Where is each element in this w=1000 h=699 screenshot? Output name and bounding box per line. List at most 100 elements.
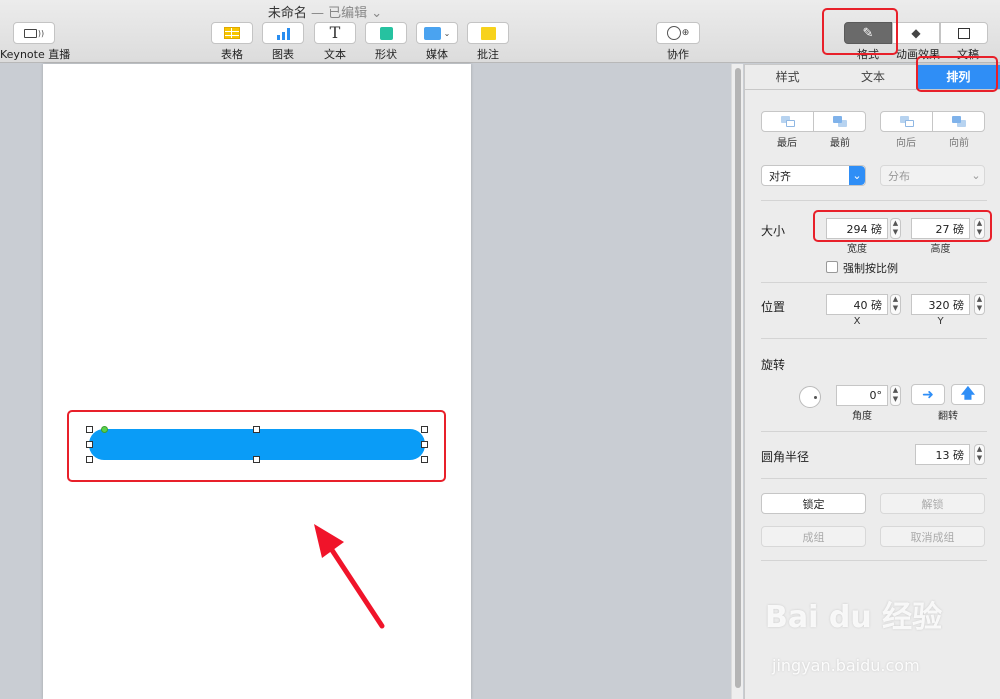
broadcast-waves-icon: )) bbox=[37, 28, 45, 38]
divider bbox=[761, 200, 987, 201]
chart-button[interactable] bbox=[262, 22, 304, 44]
annotation-box-format bbox=[822, 8, 898, 55]
annotation-box-size bbox=[813, 210, 992, 242]
flip-label: 翻转 bbox=[938, 411, 958, 422]
constrain-proportions-label: 强制按比例 bbox=[843, 262, 898, 275]
table-button[interactable] bbox=[211, 22, 253, 44]
chart-icon bbox=[276, 27, 290, 40]
send-backward-label: 向后 bbox=[896, 138, 916, 149]
rotate-dial-dot bbox=[814, 396, 817, 399]
text-label: 文本 bbox=[324, 48, 346, 61]
position-label: 位置 bbox=[761, 300, 786, 314]
divider bbox=[761, 478, 987, 479]
y-stepper[interactable]: ▲ ▼ bbox=[974, 294, 985, 315]
shape-label: 形状 bbox=[375, 48, 397, 61]
width-label: 宽度 bbox=[847, 244, 867, 255]
media-icon bbox=[423, 26, 441, 40]
bring-forward-label: 向前 bbox=[949, 138, 969, 149]
document-title: 未命名 — 已编辑 ⌄ bbox=[0, 2, 650, 21]
collaborate-icon bbox=[666, 26, 681, 40]
baidu-watermark-url: jingyan.baidu.com bbox=[772, 656, 920, 675]
bring-to-front-label: 最前 bbox=[830, 138, 850, 149]
divider bbox=[761, 338, 987, 339]
edited-status: — 已编辑 ⌄ bbox=[310, 6, 383, 21]
chart-label: 图表 bbox=[272, 48, 294, 61]
rotate-label: 旋转 bbox=[761, 358, 786, 372]
group-button[interactable]: 成组 bbox=[761, 526, 866, 547]
divider bbox=[761, 282, 987, 283]
keynote-live-button[interactable]: )) bbox=[13, 22, 55, 44]
y-label: Y bbox=[937, 316, 944, 327]
annotation-box-shape bbox=[67, 410, 446, 482]
x-stepper[interactable]: ▲ ▼ bbox=[890, 294, 901, 315]
send-to-back-button[interactable] bbox=[762, 112, 813, 131]
media-label: 媒体 bbox=[426, 48, 448, 61]
distribute-select[interactable]: 分布 ⌄ bbox=[880, 165, 985, 186]
back-front-group bbox=[761, 111, 866, 132]
angle-label: 角度 bbox=[852, 411, 872, 422]
collaborate-button[interactable]: ⊕ bbox=[656, 22, 700, 44]
angle-field[interactable]: 0° bbox=[836, 385, 888, 406]
plus-icon: ⊕ bbox=[681, 28, 690, 38]
canvas-scrollbar[interactable] bbox=[731, 64, 743, 699]
table-label: 表格 bbox=[221, 48, 243, 61]
document-name: 未命名 bbox=[267, 6, 307, 21]
scrollbar-thumb[interactable] bbox=[735, 68, 741, 688]
bring-forward-icon bbox=[951, 116, 966, 127]
chevron-down-icon: ⌄ bbox=[443, 28, 451, 38]
rotate-dial[interactable] bbox=[799, 386, 821, 408]
divider bbox=[761, 431, 987, 432]
send-to-back-label: 最后 bbox=[777, 138, 797, 149]
shape-icon bbox=[379, 26, 393, 40]
tab-text[interactable]: 文本 bbox=[830, 64, 915, 89]
annotation-box-arrange-tab bbox=[916, 56, 998, 92]
text-icon: T bbox=[329, 23, 341, 42]
chevron-down-icon: ⌄ bbox=[971, 169, 981, 182]
align-select[interactable]: 对齐 ⌄ bbox=[761, 165, 866, 186]
unlock-button[interactable]: 解锁 bbox=[880, 493, 985, 514]
annotation-arrow-icon bbox=[314, 524, 385, 629]
divider bbox=[761, 560, 987, 561]
chevron-down-icon: ⌄ bbox=[849, 166, 865, 185]
comment-icon bbox=[480, 26, 496, 40]
flip-horizontal-button[interactable]: ➜ bbox=[911, 384, 945, 405]
slide-canvas[interactable] bbox=[43, 64, 471, 699]
distribute-select-value: 分布 bbox=[888, 169, 910, 183]
baidu-watermark-logo: Bai du 经验 bbox=[765, 600, 943, 635]
constrain-proportions-checkbox[interactable] bbox=[826, 261, 838, 273]
angle-stepper[interactable]: ▲ ▼ bbox=[890, 385, 901, 406]
shape-button[interactable] bbox=[365, 22, 407, 44]
table-icon bbox=[224, 27, 240, 39]
animate-diamond-icon: ◆ bbox=[911, 26, 921, 40]
corner-radius-stepper[interactable]: ▲ ▼ bbox=[974, 444, 985, 465]
y-field[interactable]: 320 磅 bbox=[911, 294, 970, 315]
document-button[interactable] bbox=[940, 22, 988, 44]
lock-button[interactable]: 锁定 bbox=[761, 493, 866, 514]
send-backward-button[interactable] bbox=[881, 112, 932, 131]
bring-to-front-button[interactable] bbox=[813, 112, 865, 131]
arrow-right-icon: ➜ bbox=[922, 386, 934, 403]
document-icon bbox=[958, 27, 970, 39]
comment-button[interactable] bbox=[467, 22, 509, 44]
ungroup-button[interactable]: 取消成组 bbox=[880, 526, 985, 547]
comment-label: 批注 bbox=[477, 48, 499, 61]
flip-vertical-button[interactable]: 🡅 bbox=[951, 384, 985, 405]
bring-to-front-icon bbox=[832, 116, 847, 127]
align-select-value: 对齐 bbox=[769, 169, 791, 183]
x-field[interactable]: 40 磅 bbox=[826, 294, 888, 315]
media-button[interactable]: ⌄ bbox=[416, 22, 458, 44]
backward-forward-group bbox=[880, 111, 985, 132]
size-label: 大小 bbox=[761, 224, 786, 238]
x-label: X bbox=[853, 316, 861, 327]
collaborate-label: 协作 bbox=[667, 48, 689, 61]
corner-radius-field[interactable]: 13 磅 bbox=[915, 444, 970, 465]
keynote-live-label: Keynote 直播 bbox=[0, 48, 71, 61]
bring-forward-button[interactable] bbox=[932, 112, 984, 131]
animate-button[interactable]: ◆ bbox=[892, 22, 940, 44]
text-button[interactable]: T bbox=[314, 22, 356, 44]
tab-style[interactable]: 样式 bbox=[745, 64, 830, 89]
screen-broadcast-icon bbox=[23, 28, 37, 38]
arrow-up-icon: 🡅 bbox=[960, 385, 976, 402]
height-label: 高度 bbox=[930, 244, 951, 255]
send-backward-icon bbox=[899, 116, 914, 127]
